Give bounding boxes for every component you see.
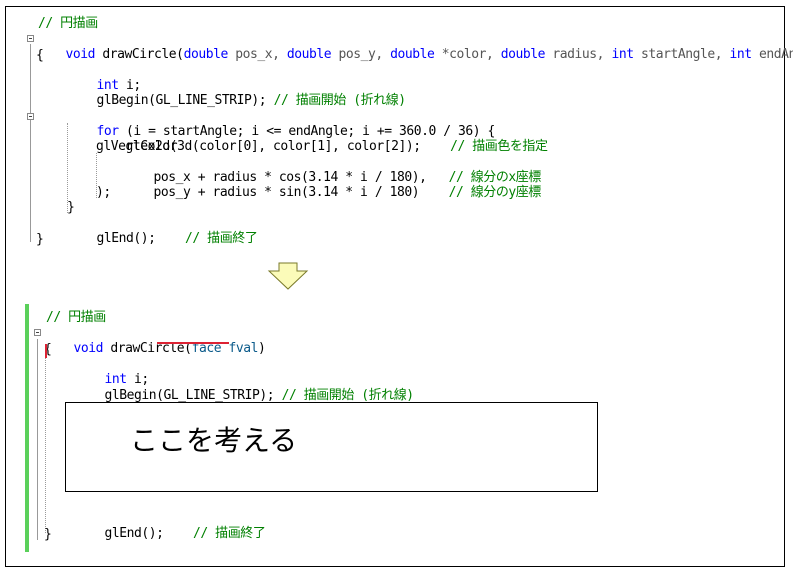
vy-line[interactable]: pos_y + radius * sin(3.14 * i / 180) // … (124, 170, 542, 215)
glend-comment: // 描画終了 (193, 526, 266, 541)
param-name: startAngle, (633, 47, 730, 62)
for-close-brace: } (67, 200, 75, 215)
fold-guide (37, 339, 38, 540)
vy-comment: // 線分のy座標 (448, 185, 542, 200)
top-title-comment: // 円描画 (38, 16, 98, 31)
error-squiggle (157, 342, 229, 344)
collapse-minus-icon[interactable] (27, 113, 34, 120)
param-name: endAngle) (759, 47, 793, 62)
glend-line[interactable]: glEnd(); // 描画終了 (67, 216, 258, 261)
function-name: drawCircle( (95, 47, 184, 62)
bottom-close-brace: } (44, 527, 52, 542)
vertex-close: ); (96, 185, 111, 200)
glbegin-comment: // 描画開始 (折れ線) (273, 93, 407, 108)
top-function-signature[interactable]: void drawCircle(double pos_x, double pos… (36, 32, 793, 77)
glbegin-comment: // 描画開始 (折れ線) (281, 388, 415, 403)
void-keyword: void (73, 341, 104, 356)
param-name: pos_x, (227, 47, 287, 62)
glbegin-call: glBegin(GL_LINE_STRIP); (96, 93, 274, 108)
close-brace: } (36, 232, 44, 247)
collapse-minus-icon[interactable] (27, 35, 34, 42)
param-type: double (183, 47, 229, 62)
param-name: *color, (434, 47, 501, 62)
placeholder-label: ここを考える (130, 424, 298, 457)
glend-call: glEnd(); (96, 231, 186, 246)
bottom-glend-line[interactable]: glEnd(); // 描画終了 (75, 511, 266, 556)
param-name: radius, (545, 47, 612, 62)
glvertex-line[interactable]: glVertex2d( (96, 139, 178, 154)
down-arrow-icon (267, 262, 309, 290)
open-brace: { (36, 48, 44, 63)
param-type: double (286, 47, 332, 62)
glbegin-call: glBegin(GL_LINE_STRIP); (104, 388, 282, 403)
error-marker (45, 344, 47, 358)
param-type: int (611, 47, 634, 62)
fold-guide (30, 44, 31, 242)
think-here-placeholder-box[interactable]: ここを考える (65, 402, 598, 492)
bottom-title-comment: // 円描画 (46, 310, 106, 325)
glcolor-comment: // 描画色を指定 (450, 139, 548, 154)
param-name: pos_y, (331, 47, 391, 62)
glend-call: glEnd(); (104, 526, 194, 541)
vy-expression: pos_y + radius * sin(3.14 * i / 180) (153, 185, 449, 200)
change-indicator-bar (25, 304, 29, 552)
param-type: double (390, 47, 435, 62)
param-type: double (500, 47, 546, 62)
close-paren: ) (257, 341, 266, 356)
void-keyword: void (65, 47, 96, 62)
glend-comment: // 描画終了 (185, 231, 258, 246)
param-type: int (729, 47, 752, 62)
indent-guide (45, 358, 46, 533)
collapse-minus-icon[interactable] (34, 329, 41, 336)
